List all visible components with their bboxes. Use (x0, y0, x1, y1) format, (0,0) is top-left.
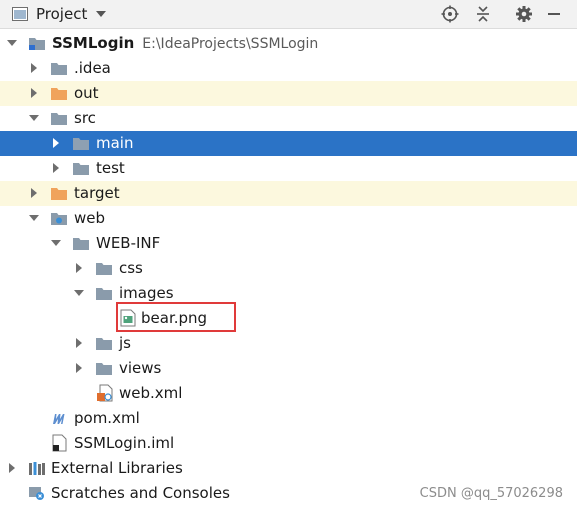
module-folder-icon (29, 38, 45, 50)
hide-minimize-icon[interactable] (544, 4, 564, 24)
expand-arrow-down-icon[interactable] (50, 237, 62, 249)
expand-arrow-right-icon[interactable] (50, 162, 62, 174)
expand-arrow-right-icon[interactable] (50, 137, 62, 149)
tree-label-images: images (119, 284, 174, 302)
tree-label-js: js (119, 334, 131, 352)
folder-icon (51, 113, 67, 125)
expand-arrow-right-icon[interactable] (73, 262, 85, 274)
tree-row-test[interactable]: test (0, 156, 577, 181)
tree-label-test: test (96, 159, 125, 177)
folder-icon (73, 163, 89, 175)
project-pane-icon (12, 7, 28, 21)
tree-label-views: views (119, 359, 162, 377)
tree-row-external-libraries[interactable]: External Libraries (0, 456, 577, 481)
root-module-name: SSMLogin (52, 34, 135, 52)
folder-icon (96, 338, 112, 350)
collapse-all-icon[interactable] (473, 4, 493, 24)
expand-arrow-right-icon[interactable] (73, 362, 85, 374)
settings-gear-icon[interactable] (514, 4, 534, 24)
tree-label-target: target (74, 184, 120, 202)
tree-row-idea[interactable]: .idea (0, 56, 577, 81)
tree-label-idea: .idea (74, 59, 111, 77)
project-tree: SSMLogin E:\IdeaProjects\SSMLogin .idea o… (0, 31, 577, 512)
red-highlight-box (116, 302, 236, 332)
web-xml-file-icon (97, 384, 113, 402)
tree-row-src[interactable]: src (0, 106, 577, 131)
tree-label-web-xml: web.xml (119, 384, 183, 402)
expand-arrow-down-icon[interactable] (28, 112, 40, 124)
folder-icon (73, 238, 89, 250)
project-view-selector[interactable]: Project (12, 3, 107, 25)
tree-row-target[interactable]: target (0, 181, 577, 206)
scratches-icon (29, 487, 44, 500)
tree-row-css[interactable]: css (0, 256, 577, 281)
folder-icon (73, 138, 89, 150)
folder-icon (51, 63, 67, 75)
tree-label-src: src (74, 109, 96, 127)
tree-row-web[interactable]: web (0, 206, 577, 231)
tree-row-ssmlogin-iml[interactable]: SSMLogin.iml (0, 431, 577, 456)
tree-row-main[interactable]: main (0, 131, 577, 156)
tree-label-web: web (74, 209, 106, 227)
tree-label-ssmlogin-iml: SSMLogin.iml (74, 434, 175, 452)
tree-label-external-libraries: External Libraries (51, 459, 183, 477)
excluded-folder-icon (51, 188, 67, 200)
expand-arrow-right-icon[interactable] (6, 462, 18, 474)
expand-arrow-right-icon[interactable] (28, 187, 40, 199)
tree-row-ssmlogin-root[interactable]: SSMLogin E:\IdeaProjects\SSMLogin (0, 31, 577, 56)
tree-label-scratches: Scratches and Consoles (51, 484, 230, 502)
tree-label-out: out (74, 84, 99, 102)
web-folder-icon (51, 213, 67, 225)
root-module-path: E:\IdeaProjects\SSMLogin (142, 36, 319, 52)
tree-row-bear-png[interactable]: bear.png (0, 306, 577, 331)
tree-row-web-inf[interactable]: WEB-INF (0, 231, 577, 256)
project-toolbar: Project (0, 0, 577, 29)
tree-label-web-inf: WEB-INF (96, 234, 161, 252)
maven-file-icon (53, 414, 65, 424)
folder-icon (96, 288, 112, 300)
expand-arrow-right-icon[interactable] (28, 87, 40, 99)
folder-icon (96, 363, 112, 375)
project-view-title: Project (36, 5, 88, 23)
tree-label-pom-xml: pom.xml (74, 409, 140, 427)
external-libraries-icon (29, 462, 45, 475)
iml-file-icon (52, 434, 67, 452)
expand-arrow-down-icon[interactable] (73, 287, 85, 299)
tree-row-web-xml[interactable]: web.xml (0, 381, 577, 406)
locate-icon[interactable] (440, 4, 460, 24)
tree-row-images[interactable]: images (0, 281, 577, 306)
watermark: CSDN @qq_57026298 (419, 486, 563, 501)
tree-row-pom-xml[interactable]: pom.xml (0, 406, 577, 431)
tree-label-main: main (96, 134, 134, 152)
excluded-folder-icon (51, 88, 67, 100)
folder-icon (96, 263, 112, 275)
tree-row-js[interactable]: js (0, 331, 577, 356)
expand-arrow-down-icon[interactable] (28, 212, 40, 224)
expand-arrow-down-icon[interactable] (6, 37, 18, 49)
expand-arrow-right-icon[interactable] (28, 62, 40, 74)
dropdown-icon[interactable] (95, 10, 107, 18)
expand-arrow-right-icon[interactable] (73, 337, 85, 349)
tree-row-views[interactable]: views (0, 356, 577, 381)
tree-label-css: css (119, 259, 143, 277)
tree-row-out[interactable]: out (0, 81, 577, 106)
